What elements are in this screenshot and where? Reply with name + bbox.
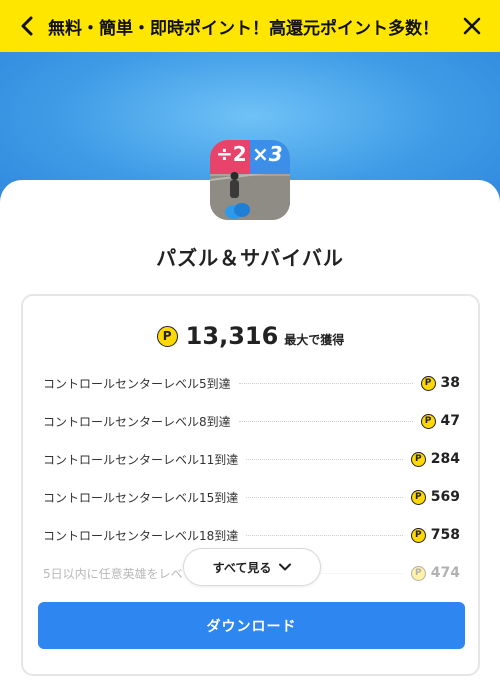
app-icon-label-right: ×3 xyxy=(252,142,283,166)
point-coin-icon: P xyxy=(156,325,178,347)
point-coin-icon: P xyxy=(420,413,436,429)
download-label: ダウンロード xyxy=(206,618,297,635)
mission-points: 758 xyxy=(430,527,460,543)
mission-label: コントロールセンターレベル11到達 xyxy=(43,452,239,467)
leader-dots xyxy=(246,534,403,536)
mission-label: コントロールセンターレベル5到達 xyxy=(43,376,231,391)
mission-reward: P 47 xyxy=(420,413,460,429)
leader-dots xyxy=(238,420,413,422)
chevron-left-icon xyxy=(21,16,33,36)
point-coin-icon: P xyxy=(420,375,436,391)
leader-dots xyxy=(238,382,413,384)
mission-label: コントロールセンターレベル8到達 xyxy=(43,414,231,429)
mission-reward: P 474 xyxy=(410,565,460,581)
mission-points: 474 xyxy=(430,565,460,581)
list-item: コントロールセンターレベル8到達 P 47 xyxy=(43,402,460,440)
mission-label: コントロールセンターレベル18到達 xyxy=(43,528,239,543)
mission-reward: P 284 xyxy=(410,451,460,467)
point-coin-icon: P xyxy=(410,565,426,581)
mission-reward: P 569 xyxy=(410,489,460,505)
leader-dots xyxy=(246,458,403,460)
point-coin-icon: P xyxy=(410,451,426,467)
app-icon: ÷2 ×3 xyxy=(210,140,290,220)
mission-points: 38 xyxy=(440,375,460,391)
list-item: コントロールセンターレベル5到達 P 38 xyxy=(43,364,460,402)
top-banner: 無料・簡単・即時ポイント！高還元ポイント多数！ xyxy=(0,0,500,52)
leader-dots xyxy=(246,496,403,498)
close-icon xyxy=(463,17,481,35)
banner-title: 無料・簡単・即時ポイント！高還元ポイント多数！ xyxy=(48,18,439,39)
mission-points: 569 xyxy=(430,489,460,505)
back-button[interactable] xyxy=(8,0,48,52)
list-item: コントロールセンターレベル15到達 P 569 xyxy=(43,478,460,516)
mission-label: 5日以内に任意英雄をレベ xyxy=(43,566,183,581)
point-coin-icon: P xyxy=(410,527,426,543)
list-item: コントロールセンターレベル11到達 P 284 xyxy=(43,440,460,478)
point-coin-icon: P xyxy=(410,489,426,505)
total-points: P 13,316 最大で獲得 xyxy=(23,322,478,350)
total-amount: 13,316 xyxy=(185,322,279,350)
app-title: パズル＆サバイバル xyxy=(156,246,344,270)
download-button[interactable]: ダウンロード xyxy=(38,602,465,649)
close-button[interactable] xyxy=(452,0,492,52)
mission-reward: P 38 xyxy=(420,375,460,391)
mission-label: コントロールセンターレベル15到達 xyxy=(43,490,239,505)
mission-reward: P 758 xyxy=(410,527,460,543)
total-suffix: 最大で獲得 xyxy=(284,332,345,347)
mission-points: 284 xyxy=(430,451,460,467)
mission-points: 47 xyxy=(440,413,460,429)
reward-card: P 13,316 最大で獲得 コントロールセンターレベル5到達 P 38 コント… xyxy=(21,294,480,676)
app-icon-label-left: ÷2 xyxy=(216,142,247,166)
chevron-down-icon xyxy=(279,563,292,571)
see-all-label: すべて見る xyxy=(212,560,272,575)
see-all-button[interactable]: すべて見る xyxy=(183,548,321,586)
